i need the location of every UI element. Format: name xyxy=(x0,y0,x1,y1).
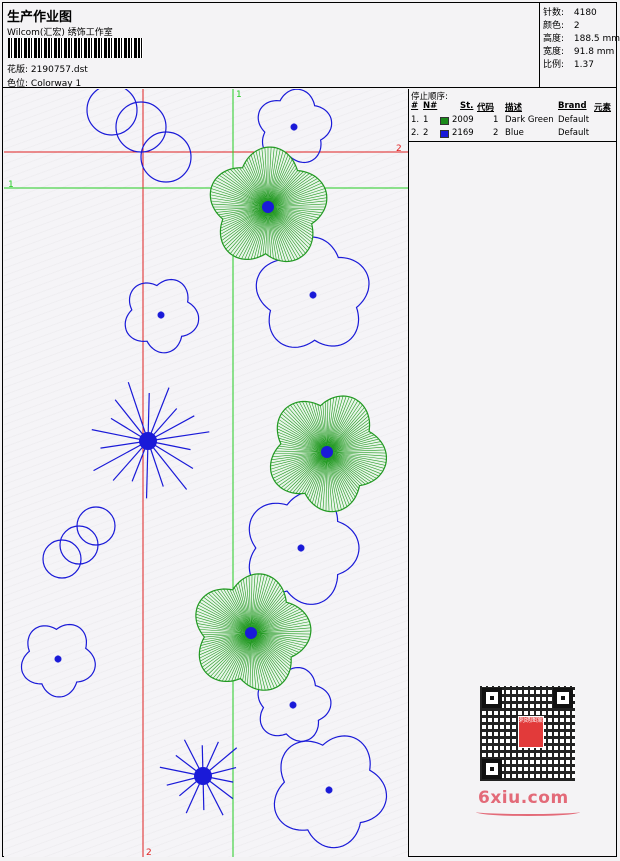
guide-label: 2 xyxy=(146,848,152,857)
burst-center xyxy=(194,767,212,785)
guide-label: 1 xyxy=(236,90,242,100)
site-watermark: 6xiu.com xyxy=(478,788,569,808)
colorway-value: Colorway 1 xyxy=(30,79,82,89)
table-row[interactable]: 1. 1 2009 1 Dark Green Default xyxy=(409,115,617,127)
flower-center xyxy=(245,627,257,639)
swoosh-decoration xyxy=(476,808,580,816)
stat-stitches: 针数: 4180 xyxy=(543,8,597,18)
stat-colors: 颜色: 2 xyxy=(543,21,580,31)
colorway-label: 色位: xyxy=(7,79,29,89)
qr-badge: 刺绣图案 xyxy=(518,716,544,748)
col-brand: Brand xyxy=(558,101,587,111)
stat-height: 高度: 188.5 mm xyxy=(543,34,620,44)
table-row[interactable]: 2. 2 2169 2 Blue Default xyxy=(409,128,617,140)
ring xyxy=(42,539,82,579)
flower-center xyxy=(321,446,333,458)
flower-center xyxy=(262,201,274,213)
col-code: 代码 xyxy=(477,103,495,113)
col-num: # xyxy=(411,101,419,111)
company-name: Wilcom(汇宏) 绣饰工作室 xyxy=(7,28,113,38)
col-desc: 描述 xyxy=(505,103,523,113)
qr-code: 刺绣图案 xyxy=(480,686,575,781)
col-no: N# xyxy=(423,101,438,111)
stat-width: 宽度: 91.8 mm xyxy=(543,47,615,57)
design-canvas[interactable]: 2 1 1 2 xyxy=(4,89,409,857)
guide-label: 2 xyxy=(396,144,402,154)
col-element: 元素 xyxy=(594,103,612,113)
thread-swatch xyxy=(440,130,449,138)
burst-center xyxy=(139,432,157,450)
barcode xyxy=(8,38,143,58)
stat-scale: 比例: 1.37 xyxy=(543,60,594,70)
embroidery-preview: 2 1 1 2 xyxy=(4,89,408,857)
header-info: 生产作业图 Wilcom(汇宏) 绣饰工作室 花版: 2190757.dst 色… xyxy=(2,2,540,89)
design-value: 2190757.dst xyxy=(30,65,88,75)
design-label: 花版: xyxy=(7,65,29,75)
burst-ray xyxy=(147,440,188,490)
ring xyxy=(140,131,192,183)
sheet-title: 生产作业图 xyxy=(7,10,73,25)
thread-swatch xyxy=(440,117,449,125)
col-st: St. xyxy=(460,101,474,111)
watermark-logo: 刺绣图案 6xiu.com xyxy=(470,680,585,820)
design-file: 花版: 2190757.dst xyxy=(7,62,88,75)
colorway: 色位: Colorway 1 xyxy=(7,76,81,89)
stop-sequence-table: 停止顺序: # N# St. 代码 描述 Brand 元素 1. 1 2009 … xyxy=(409,89,617,142)
guide-label: 1 xyxy=(8,180,14,190)
ring xyxy=(86,89,138,136)
ring xyxy=(115,101,167,153)
burst-ray xyxy=(127,382,149,442)
